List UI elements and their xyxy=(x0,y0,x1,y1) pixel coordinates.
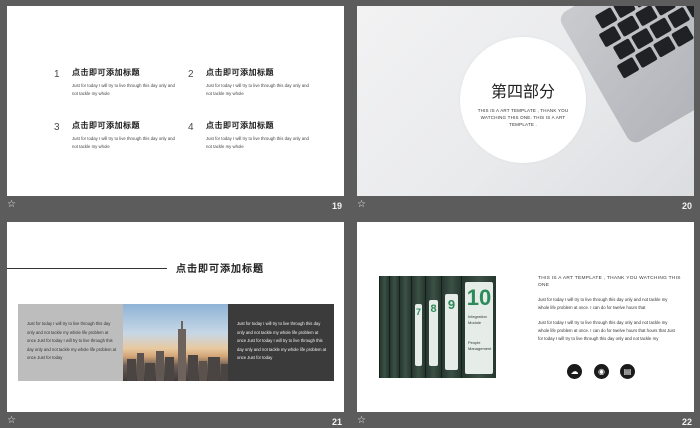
slide-footer: ☆ 20 xyxy=(357,199,694,212)
slide-number: 21 xyxy=(331,417,342,427)
slide-title: THIS IS A ART TEMPLATE , THANK YOU WATCH… xyxy=(538,276,681,288)
binder-label: People Management xyxy=(468,340,492,351)
binder-label: Integration Module xyxy=(468,314,487,325)
slide-footer: ☆ 21 xyxy=(7,415,344,428)
section-title: 第四部分 xyxy=(490,84,555,101)
binder-number: 10 xyxy=(466,285,492,310)
binder-number: 7 xyxy=(415,307,421,317)
slide-heading: 点击即可添加标题 xyxy=(176,264,264,275)
item-title: 点击即可添加标题 xyxy=(72,121,140,130)
item-title: 点击即可添加标题 xyxy=(206,121,274,130)
panel-text: Just for today I will try to live throug… xyxy=(237,321,327,360)
item-description: Just for today I will try to live throug… xyxy=(206,136,309,149)
eye-icon[interactable]: ◉ xyxy=(594,364,609,379)
item-description: Just for today I will try to live throug… xyxy=(72,83,175,96)
item-title: 点击即可添加标题 xyxy=(206,68,274,77)
item-number: 3 xyxy=(54,122,60,133)
slide-footer: ☆ 22 xyxy=(357,415,694,428)
text-panel-left: Just for today I will try to live throug… xyxy=(18,304,123,381)
document-icon[interactable]: ▤ xyxy=(620,364,635,379)
star-outline-icon: ☆ xyxy=(7,415,16,426)
star-outline-icon: ☆ xyxy=(7,199,16,210)
binder-number: 9 xyxy=(447,297,456,312)
slide-19[interactable]: 1 点击即可添加标题 Just for today I will try to … xyxy=(7,6,344,196)
slide-number: 20 xyxy=(681,201,692,211)
slide-22[interactable]: 7 8 9 10 Integration Module People Manag… xyxy=(357,222,694,412)
binder-number: 8 xyxy=(430,303,437,315)
item-title: 点击即可添加标题 xyxy=(72,68,140,77)
slide-20[interactable]: 第四部分 THIS IS A ART TEMPLATE , THANK YOU … xyxy=(357,6,694,196)
slide-number: 22 xyxy=(681,417,692,427)
item-description: Just for today I will try to live throug… xyxy=(206,83,309,96)
section-circle: 第四部分 THIS IS A ART TEMPLATE , THANK YOU … xyxy=(460,37,586,163)
item-number: 2 xyxy=(188,69,194,80)
slide-number: 19 xyxy=(331,201,342,211)
slide-footer: ☆ 19 xyxy=(7,199,344,212)
cloud-icon[interactable]: ☁ xyxy=(567,364,582,379)
text-panel-right: Just for today I will try to live throug… xyxy=(228,304,334,381)
city-image xyxy=(123,304,228,381)
divider xyxy=(7,268,167,269)
paragraph: Just for today I will try to live throug… xyxy=(538,320,675,342)
item-description: Just for today I will try to live throug… xyxy=(72,136,175,149)
section-subtitle: THIS IS A ART TEMPLATE , THANK YOU WATCH… xyxy=(477,108,569,127)
slide-21[interactable]: 点击即可添加标题 Just for today I will try to li… xyxy=(7,222,344,412)
panel-text: Just for today I will try to live throug… xyxy=(27,321,117,360)
binders-image: 7 8 9 10 Integration Module People Manag… xyxy=(379,276,496,378)
paragraph: Just for today I will try to live throug… xyxy=(538,297,668,311)
item-number: 4 xyxy=(188,122,194,133)
star-outline-icon: ☆ xyxy=(357,415,366,426)
star-outline-icon: ☆ xyxy=(357,199,366,210)
item-number: 1 xyxy=(54,69,60,80)
